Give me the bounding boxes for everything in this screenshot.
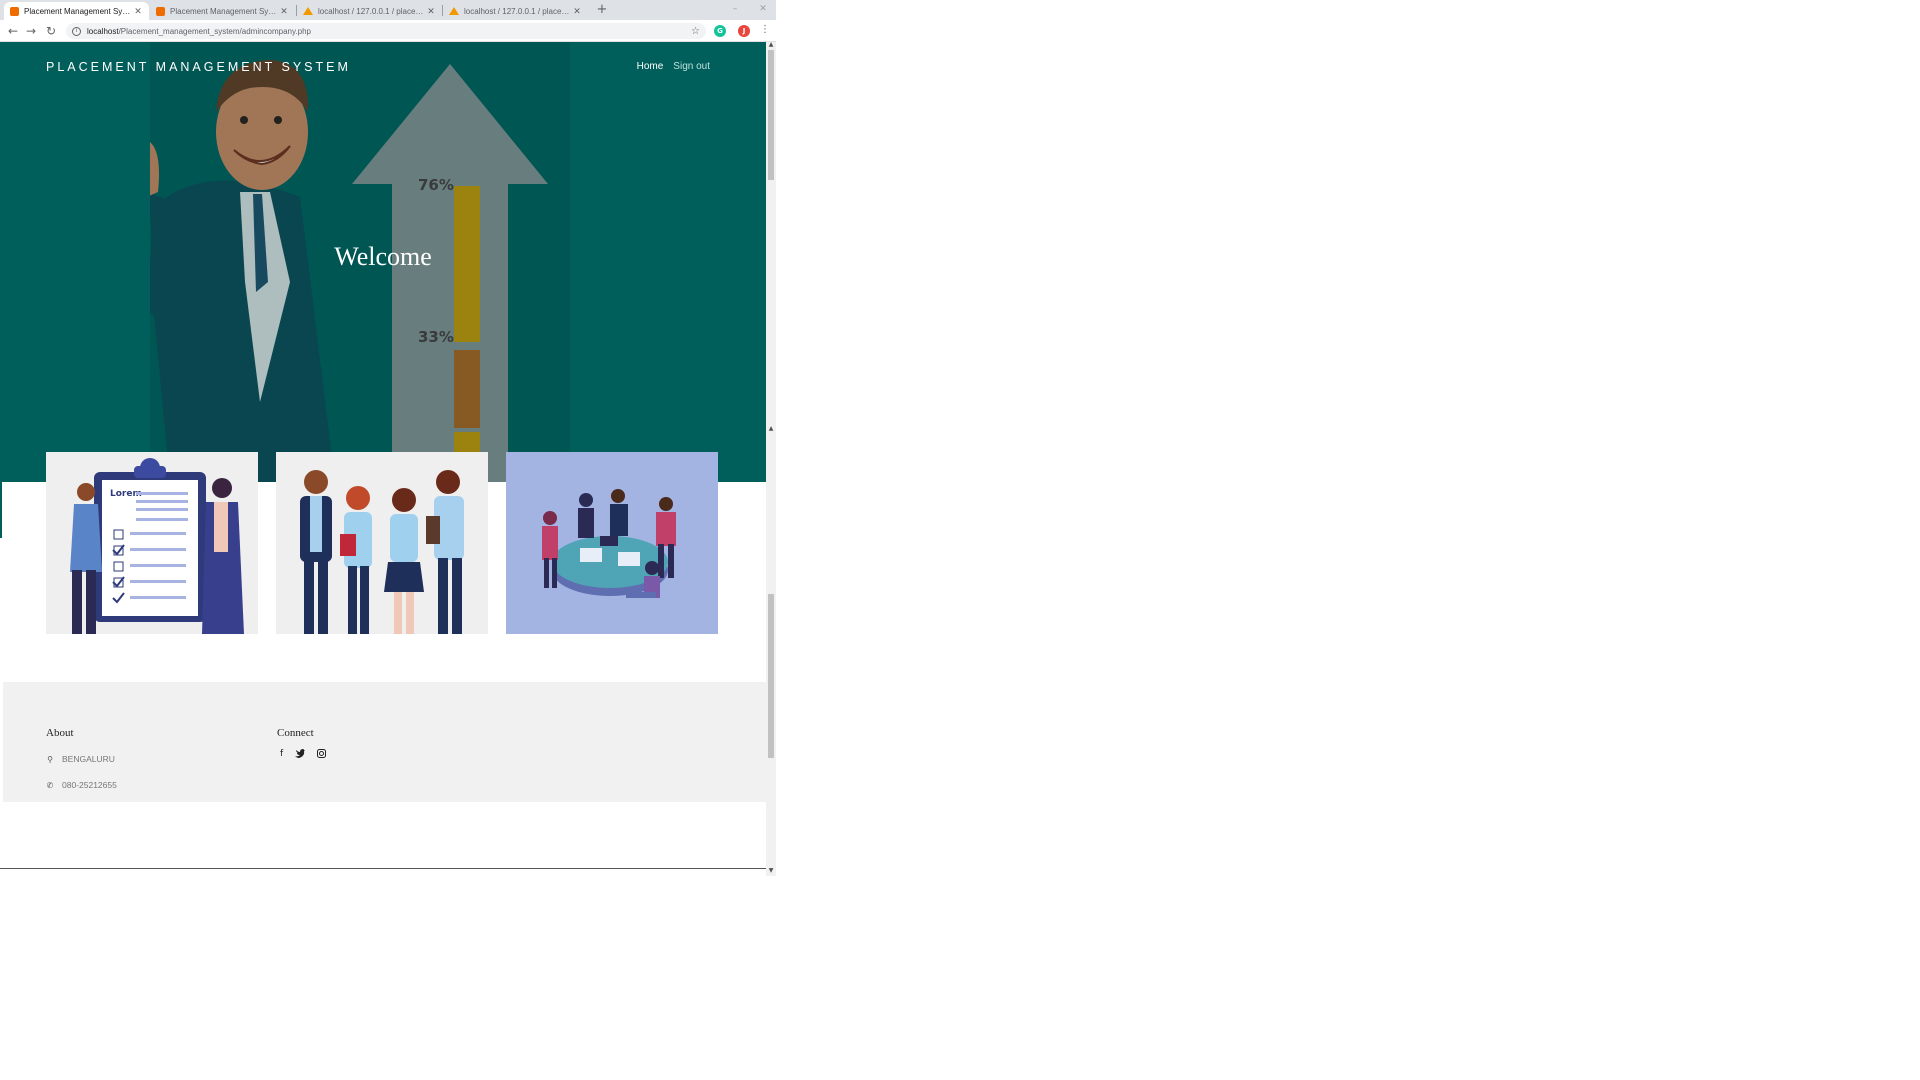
close-icon[interactable]: ✕: [133, 6, 143, 17]
social-links: f: [280, 749, 327, 759]
new-tab-icon[interactable]: +: [594, 2, 610, 18]
page-bottom-divider: [0, 868, 766, 869]
site-brand[interactable]: PLACEMENT MANAGEMENT SYSTEM: [46, 60, 351, 74]
close-icon[interactable]: ✕: [279, 6, 289, 17]
card-students-image[interactable]: [276, 452, 488, 634]
students-illustration: [300, 470, 464, 634]
phone-icon: ✆: [46, 780, 54, 790]
twitter-icon[interactable]: [295, 749, 306, 758]
tab-title: localhost / 127.0.0.1 / placement: [318, 6, 426, 16]
footer-phone: ✆ 080-25212655: [46, 780, 117, 790]
scroll-thumb[interactable]: [768, 50, 774, 180]
forward-arrow-icon[interactable]: →: [24, 24, 38, 38]
bookmark-star-icon[interactable]: ☆: [691, 26, 700, 37]
footer-address: ⚲ BENGALURU: [46, 754, 115, 764]
scroll-up-icon[interactable]: ▲: [768, 426, 774, 432]
page-scrollbar[interactable]: ▲ ▲ ▼: [766, 42, 776, 876]
phpmyadmin-icon: [449, 7, 459, 15]
footer-address-text: BENGALURU: [62, 754, 115, 764]
site-footer: About ⚲ BENGALURU ✆ 080-25212655 Connect…: [3, 682, 776, 802]
card-meeting-image[interactable]: [506, 452, 718, 634]
footer-connect-heading: Connect: [277, 727, 314, 739]
tab-title: Placement Management System: [170, 6, 279, 16]
phpmyadmin-icon: [303, 7, 313, 15]
browser-window: Placement Management System ✕ Placement …: [0, 0, 776, 876]
back-arrow-icon[interactable]: ←: [6, 24, 20, 38]
card-checklist-image[interactable]: Lorem: [46, 452, 258, 634]
profile-avatar[interactable]: J: [738, 25, 750, 37]
nav-signout-link[interactable]: Sign out: [673, 61, 710, 72]
site-favicon-icon: [10, 6, 19, 16]
close-icon[interactable]: ✕: [572, 6, 582, 17]
address-bar[interactable]: i localhost /Placement_management_system…: [66, 23, 706, 39]
close-icon[interactable]: ✕: [426, 6, 436, 17]
tab-title: localhost / 127.0.0.1 / placement: [464, 6, 572, 16]
kebab-menu-icon[interactable]: ⋮: [760, 24, 770, 35]
top-nav: Home Sign out: [637, 61, 710, 72]
checklist-illustration: Lorem: [70, 458, 244, 634]
site-favicon-icon: [156, 6, 165, 16]
grammarly-extension-icon[interactable]: G: [714, 25, 726, 37]
browser-tab[interactable]: Placement Management System ✕: [4, 2, 149, 20]
nav-home-link[interactable]: Home: [637, 61, 664, 72]
footer-phone-text: 080-25212655: [62, 780, 117, 790]
url-host: localhost: [87, 26, 119, 36]
browser-tab[interactable]: localhost / 127.0.0.1 / placement ✕: [443, 2, 588, 20]
browser-tab[interactable]: localhost / 127.0.0.1 / placement ✕: [297, 2, 442, 20]
footer-about-heading: About: [46, 727, 74, 739]
map-marker-icon: ⚲: [47, 754, 53, 764]
scroll-down-icon[interactable]: ▼: [768, 868, 774, 874]
hero-title: Welcome: [334, 242, 432, 271]
browser-toolbar: ← → ↻ i localhost /Placement_management_…: [0, 20, 776, 42]
instagram-icon[interactable]: [317, 749, 327, 758]
url-path: /Placement_management_system/admincompan…: [118, 26, 311, 36]
browser-tab[interactable]: Placement Management System ✕: [150, 2, 295, 20]
info-icon[interactable]: i: [72, 26, 81, 36]
reload-icon[interactable]: ↻: [44, 24, 58, 38]
edge-marker: [0, 436, 2, 538]
minimize-icon[interactable]: –: [728, 2, 742, 16]
meeting-illustration: [542, 489, 676, 598]
hero-section: 76% 33% PLACEMENT MANAGEMENT SYSTEM Home…: [0, 42, 766, 482]
hero-badge-33: 33%: [418, 328, 454, 346]
scroll-up-icon[interactable]: ▲: [768, 42, 774, 48]
hero-badge-76: 76%: [418, 176, 454, 194]
tab-strip: Placement Management System ✕ Placement …: [0, 0, 776, 20]
tab-title: Placement Management System: [24, 6, 133, 16]
facebook-icon[interactable]: f: [280, 749, 283, 759]
scroll-thumb[interactable]: [768, 594, 774, 758]
window-close-icon[interactable]: ✕: [756, 2, 770, 16]
page-viewport: 76% 33% PLACEMENT MANAGEMENT SYSTEM Home…: [0, 42, 776, 876]
